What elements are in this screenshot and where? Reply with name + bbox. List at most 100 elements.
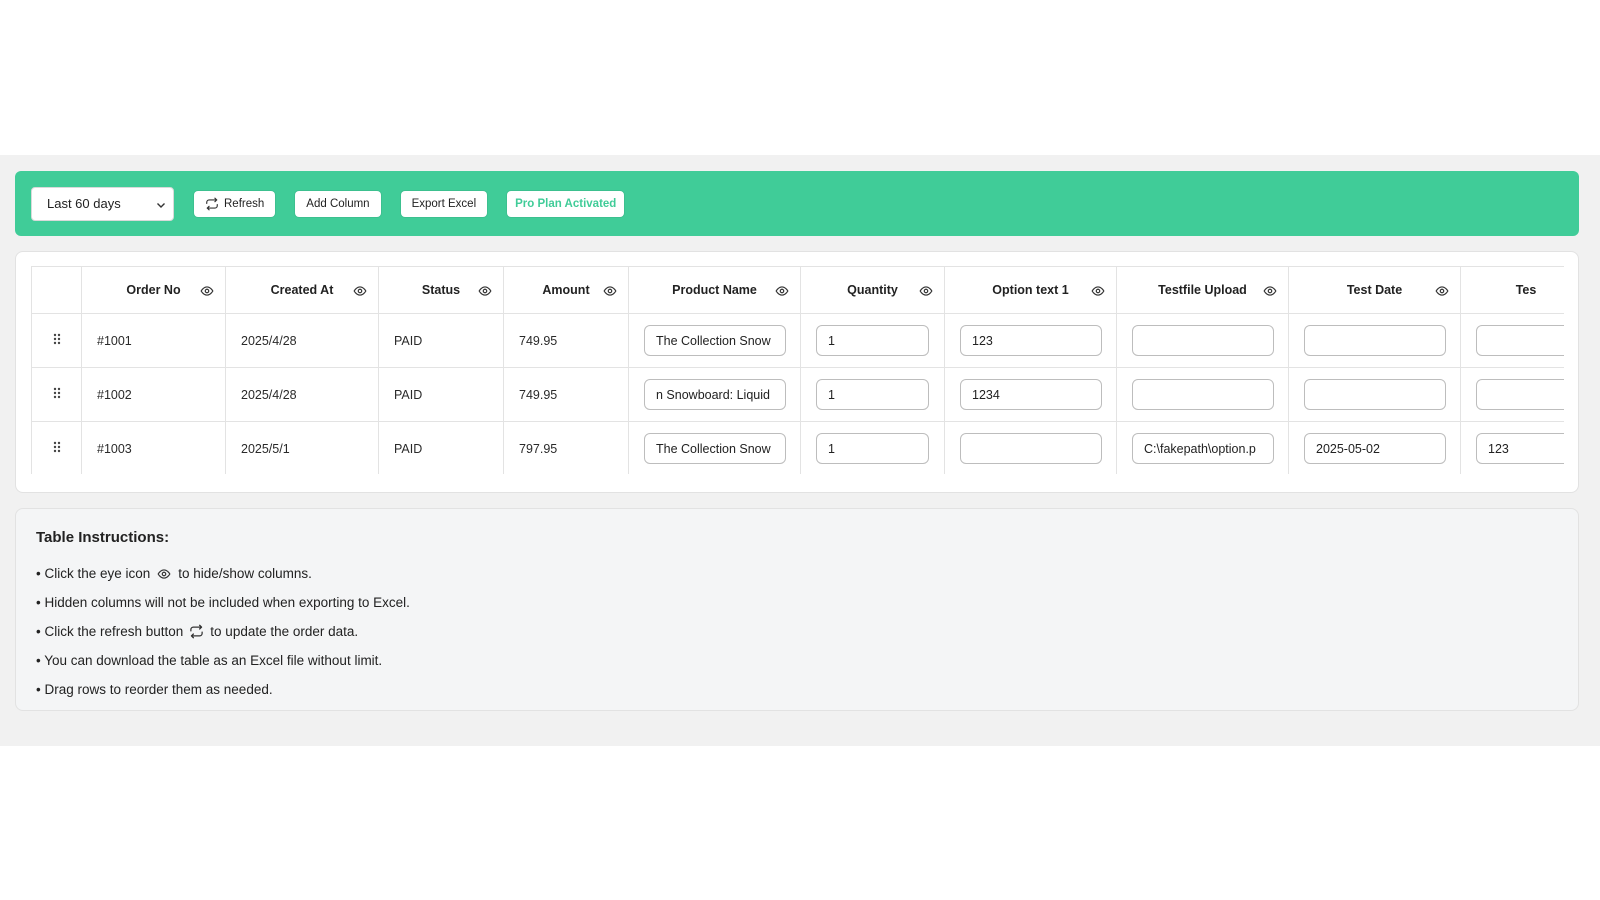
instruction-item: • Click the refresh button to update the… [36, 617, 1558, 646]
drag-handle-icon[interactable] [53, 441, 61, 453]
testfile-upload-cell: C:\fakepath\option.p [1116, 421, 1289, 474]
amount-cell: 797.95 [503, 421, 629, 474]
table-row[interactable]: #1003 2025/5/1 PAID 797.95 The Collectio… [31, 421, 1564, 474]
option-text-input[interactable]: 123 [960, 325, 1102, 356]
refresh-icon [206, 197, 218, 210]
eye-icon[interactable] [774, 284, 790, 298]
quantity-input[interactable]: 1 [816, 433, 929, 464]
test-date-input[interactable] [1304, 379, 1446, 410]
testfile-upload-input[interactable]: C:\fakepath\option.p [1132, 433, 1274, 464]
column-header-extra: Tes [1460, 266, 1564, 314]
option-text-input[interactable] [960, 433, 1102, 464]
add-column-button[interactable]: Add Column [295, 190, 381, 217]
refresh-label: Refresh [224, 197, 265, 210]
created-at-cell: 2025/4/28 [225, 313, 379, 368]
test-date-input[interactable] [1304, 325, 1446, 356]
instruction-text: to hide/show columns. [178, 566, 312, 581]
table-row[interactable]: #1001 2025/4/28 PAID 749.95 The Collecti… [31, 313, 1564, 368]
eye-icon[interactable] [199, 284, 215, 298]
product-name-input[interactable]: The Collection Snow [644, 325, 786, 356]
testfile-upload-cell [1116, 367, 1289, 422]
test-date-input[interactable]: 2025-05-02 [1304, 433, 1446, 464]
status-cell: PAID [378, 313, 504, 368]
extra-cell: 123 [1460, 421, 1564, 474]
status-cell: PAID [378, 421, 504, 474]
instruction-item: • Hidden columns will not be included wh… [36, 595, 410, 610]
eye-icon[interactable] [918, 284, 934, 298]
instructions-title: Table Instructions: [36, 529, 170, 546]
status-cell: PAID [378, 367, 504, 422]
test-date-cell [1288, 313, 1461, 368]
product-name-input[interactable]: The Collection Snow [644, 433, 786, 464]
product-name-cell: n Snowboard: Liquid [628, 367, 801, 422]
amount-cell: 749.95 [503, 367, 629, 422]
orders-table-card: Order No Created At Status Amount Produc… [15, 251, 1579, 493]
test-date-cell: 2025-05-02 [1288, 421, 1461, 474]
eye-icon[interactable] [1434, 284, 1450, 298]
export-excel-button[interactable]: Export Excel [400, 190, 488, 217]
drag-handle-cell[interactable] [31, 367, 82, 422]
testfile-upload-cell [1116, 313, 1289, 368]
drag-handle-icon[interactable] [53, 333, 61, 345]
amount-cell: 749.95 [503, 313, 629, 368]
pro-plan-badge[interactable]: Pro Plan Activated [507, 190, 625, 217]
drag-handle-icon[interactable] [53, 387, 61, 399]
column-header-option-text-1: Option text 1 [944, 266, 1117, 314]
quantity-input[interactable]: 1 [816, 379, 929, 410]
instruction-text: • Click the eye icon [36, 566, 151, 581]
eye-icon[interactable] [1090, 284, 1106, 298]
product-name-cell: The Collection Snow [628, 313, 801, 368]
extra-cell [1460, 367, 1564, 422]
column-header-quantity: Quantity [800, 266, 945, 314]
instruction-item: • You can download the table as an Excel… [36, 653, 383, 668]
eye-icon[interactable] [477, 284, 493, 298]
refresh-button[interactable]: Refresh [194, 190, 276, 217]
column-header-created-at: Created At [225, 266, 379, 314]
instruction-text: • Click the refresh button [36, 624, 184, 639]
option-text-cell: 123 [944, 313, 1117, 368]
created-at-cell: 2025/4/28 [225, 367, 379, 422]
instruction-item: • Click the eye icon to hide/show column… [36, 559, 1558, 588]
created-at-cell: 2025/5/1 [225, 421, 379, 474]
quantity-cell: 1 [800, 367, 945, 422]
refresh-icon [190, 624, 204, 639]
chevron-down-icon [157, 202, 165, 208]
order-no-cell: #1002 [81, 367, 226, 422]
order-no-cell: #1003 [81, 421, 226, 474]
quantity-cell: 1 [800, 313, 945, 368]
eye-icon[interactable] [1262, 284, 1278, 298]
test-date-cell [1288, 367, 1461, 422]
drag-handle-cell[interactable] [31, 313, 82, 368]
table-instructions: Table Instructions: • Click the eye icon… [15, 508, 1579, 711]
option-text-cell: 1234 [944, 367, 1117, 422]
drag-column-header [31, 266, 82, 314]
table-header-row: Order No Created At Status Amount Produc… [31, 266, 1564, 314]
quantity-input[interactable]: 1 [816, 325, 929, 356]
eye-icon [157, 568, 171, 579]
column-header-amount: Amount [503, 266, 629, 314]
eye-icon[interactable] [352, 284, 368, 298]
extra-input[interactable] [1476, 379, 1564, 410]
quantity-cell: 1 [800, 421, 945, 474]
table-row[interactable]: #1002 2025/4/28 PAID 749.95 n Snowboard:… [31, 367, 1564, 422]
column-header-status: Status [378, 266, 504, 314]
extra-input[interactable]: 123 [1476, 433, 1564, 464]
table-scroll-area[interactable]: Order No Created At Status Amount Produc… [31, 266, 1564, 474]
product-name-input[interactable]: n Snowboard: Liquid [644, 379, 786, 410]
column-header-product-name: Product Name [628, 266, 801, 314]
extra-input[interactable] [1476, 325, 1564, 356]
order-no-cell: #1001 [81, 313, 226, 368]
option-text-cell [944, 421, 1117, 474]
testfile-upload-input[interactable] [1132, 325, 1274, 356]
product-name-cell: The Collection Snow [628, 421, 801, 474]
orders-table: Order No Created At Status Amount Produc… [31, 266, 1564, 474]
extra-cell [1460, 313, 1564, 368]
column-header-testfile-upload: Testfile Upload [1116, 266, 1289, 314]
date-range-select[interactable]: Last 60 days [31, 186, 174, 221]
drag-handle-cell[interactable] [31, 421, 82, 474]
instructions-list: • Click the eye icon to hide/show column… [36, 559, 1558, 704]
eye-icon[interactable] [602, 284, 618, 298]
instruction-text: to update the order data. [210, 624, 359, 639]
testfile-upload-input[interactable] [1132, 379, 1274, 410]
option-text-input[interactable]: 1234 [960, 379, 1102, 410]
